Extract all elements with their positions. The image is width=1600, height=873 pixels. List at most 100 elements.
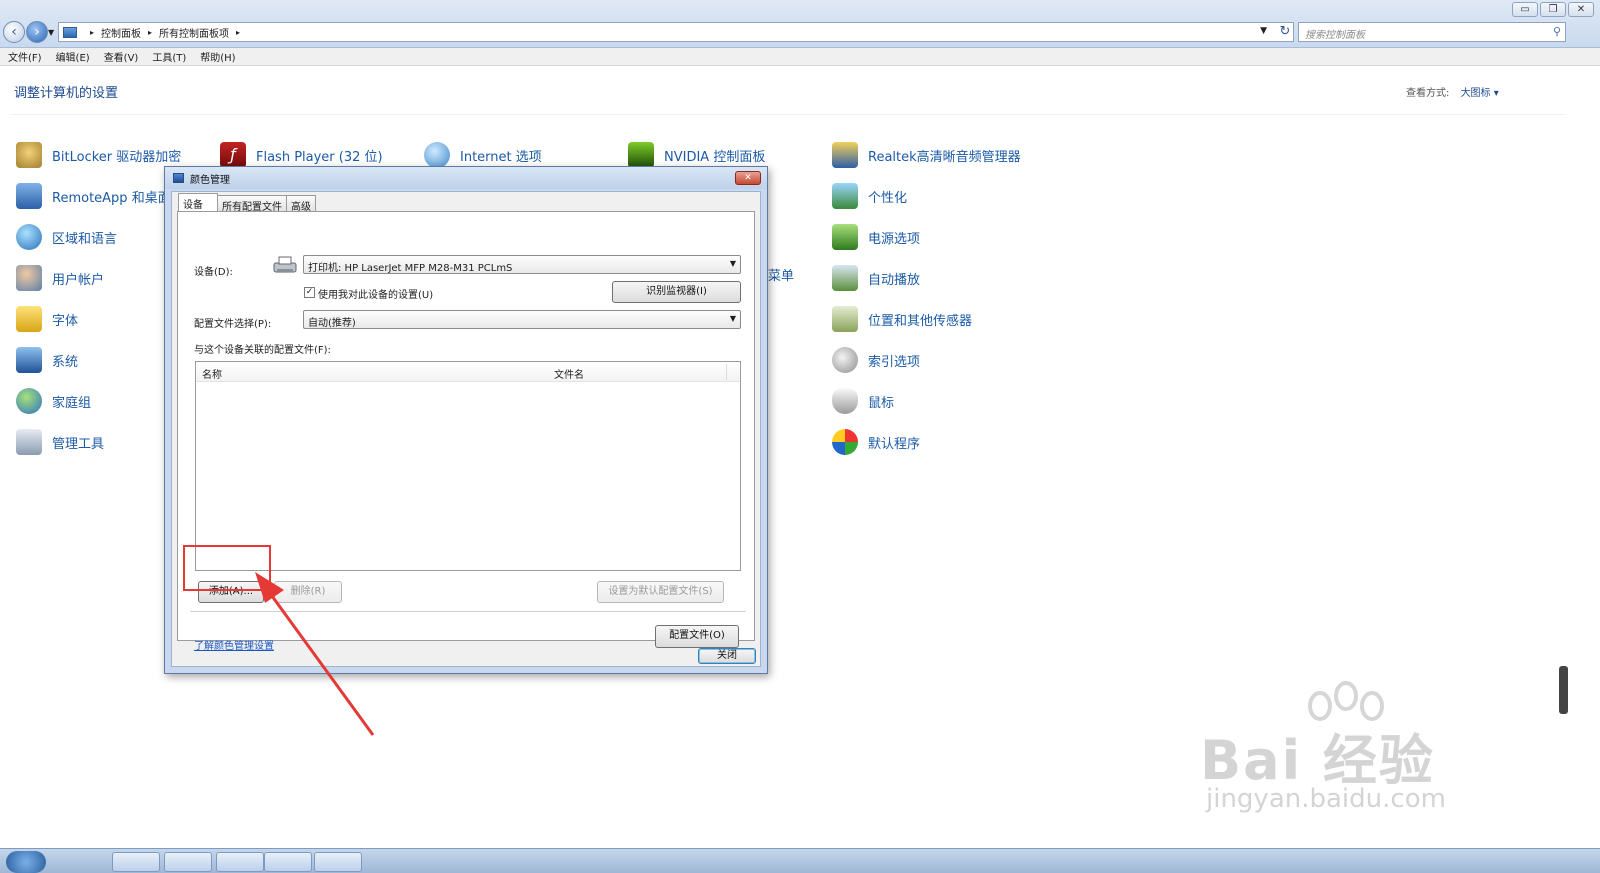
view-by-dropdown[interactable]: 大图标 ▾ <box>1461 88 1499 99</box>
tab-all-profiles[interactable]: 所有配置文件 <box>217 195 287 213</box>
use-settings-label: 使用我对此设备的设置(U) <box>318 290 434 301</box>
item-region-language[interactable]: 区域和语言 <box>16 224 117 250</box>
menu-file[interactable]: 文件(F) <box>8 49 42 64</box>
item-label: RemoteApp 和桌面 <box>52 190 171 206</box>
search-icon[interactable]: ⚲ <box>1553 25 1561 38</box>
item-personalization[interactable]: 个性化 <box>832 183 907 209</box>
search-input[interactable]: 搜索控制面板 ⚲ <box>1298 22 1566 42</box>
item-label: 自动播放 <box>868 272 921 288</box>
tab-devices[interactable]: 设备 <box>178 193 218 211</box>
item-power-options[interactable]: 电源选项 <box>832 224 920 250</box>
page-title: 调整计算机的设置 <box>14 86 119 101</box>
item-autoplay[interactable]: 自动播放 <box>832 265 920 291</box>
item-label: NVIDIA 控制面板 <box>664 149 766 165</box>
item-label: 个性化 <box>868 190 908 206</box>
item-label: 管理工具 <box>52 436 105 452</box>
item-user-accounts[interactable]: 用户帐户 <box>16 265 104 291</box>
item-label: 用户帐户 <box>52 272 105 288</box>
realtek-audio-icon <box>832 142 858 168</box>
taskbar-item-browser[interactable] <box>112 852 160 872</box>
taskbar-item-window[interactable] <box>264 852 312 872</box>
sensors-icon <box>832 306 858 332</box>
tab-advanced[interactable]: 高级 <box>286 195 316 213</box>
item-label: 位置和其他传感器 <box>868 313 973 329</box>
chevron-right-icon[interactable]: ▸ <box>90 28 94 37</box>
close-window-button[interactable]: ✕ <box>1568 2 1594 17</box>
item-mouse[interactable]: 鼠标 <box>832 388 894 414</box>
internet-globe-icon <box>424 142 450 168</box>
use-settings-checkbox[interactable]: ✓ <box>304 287 315 298</box>
identify-monitors-button[interactable]: 识别监视器(I) <box>612 281 741 303</box>
item-indexing[interactable]: 索引选项 <box>832 347 920 373</box>
dialog-close-icon[interactable]: ✕ <box>735 171 761 185</box>
item-label: 默认程序 <box>868 436 921 452</box>
item-system[interactable]: 系统 <box>16 347 78 373</box>
device-select-value: 打印机: HP LaserJet MFP M28-M31 PCLmS <box>308 263 513 274</box>
restore-button[interactable]: ❐ <box>1540 2 1566 17</box>
item-fonts[interactable]: 字体 <box>16 306 78 332</box>
profiles-button[interactable]: 配置文件(O) <box>655 625 739 648</box>
divider <box>10 114 1566 115</box>
learn-color-management-link[interactable]: 了解颜色管理设置 <box>194 637 274 652</box>
item-remoteapp[interactable]: RemoteApp 和桌面 <box>16 183 171 209</box>
profiles-list[interactable]: 名称 文件名 <box>195 361 741 571</box>
item-default-programs[interactable]: 默认程序 <box>832 429 920 455</box>
chevron-right-icon[interactable]: ▸ <box>148 28 152 37</box>
default-programs-icon <box>832 429 858 455</box>
users-icon <box>16 265 42 291</box>
menu-view[interactable]: 查看(V) <box>104 49 139 64</box>
chevron-down-icon: ▼ <box>729 259 736 268</box>
device-select[interactable]: 打印机: HP LaserJet MFP M28-M31 PCLmS ▼ <box>303 255 741 274</box>
profile-selection-select[interactable]: 自动(推荐) ▼ <box>303 310 741 329</box>
refresh-icon[interactable]: ↻ <box>1276 23 1294 41</box>
bitlocker-key-icon <box>16 142 42 168</box>
chevron-right-icon[interactable]: ▸ <box>236 28 240 37</box>
profile-selection-label: 配置文件选择(P): <box>194 319 272 330</box>
menu-tools[interactable]: 工具(T) <box>152 49 186 64</box>
item-realtek[interactable]: Realtek高清晰音频管理器 <box>832 142 1021 168</box>
watermark-url: jingyan.baidu.com <box>1206 784 1446 814</box>
baidu-watermark: Bai 经验 jingyan.baidu.com <box>1200 680 1500 830</box>
remove-button[interactable]: 删除(R) <box>274 581 342 603</box>
menu-edit[interactable]: 编辑(E) <box>56 49 90 64</box>
taskbar-item-folder[interactable] <box>216 852 264 872</box>
address-bar[interactable]: ▸ 控制面板 ▸ 所有控制面板项 ▸ ▼ <box>58 22 1294 42</box>
item-homegroup[interactable]: 家庭组 <box>16 388 91 414</box>
taskbar-item-app[interactable] <box>164 852 212 872</box>
column-filename[interactable]: 文件名 <box>554 366 584 381</box>
menu-help[interactable]: 帮助(H) <box>200 49 235 64</box>
menu-bar: 文件(F) 编辑(E) 查看(V) 工具(T) 帮助(H) <box>0 48 1600 66</box>
item-flash-player[interactable]: ƒ Flash Player (32 位) <box>220 142 383 168</box>
breadcrumb-all-items[interactable]: 所有控制面板项 <box>159 25 229 40</box>
associated-profiles-label: 与这个设备关联的配置文件(F): <box>194 345 331 356</box>
item-nvidia[interactable]: NVIDIA 控制面板 <box>628 142 765 168</box>
item-internet-options[interactable]: Internet 选项 <box>424 142 542 168</box>
item-partial-hidden[interactable]: 菜单 <box>768 265 794 284</box>
nvidia-icon <box>628 142 654 168</box>
back-button[interactable]: ‹ <box>3 21 25 43</box>
separator <box>190 611 746 612</box>
homegroup-icon <box>16 388 42 414</box>
start-button[interactable] <box>6 851 46 873</box>
set-default-profile-button[interactable]: 设置为默认配置文件(S) <box>597 581 724 603</box>
address-dropdown-icon[interactable]: ▼ <box>1260 26 1267 36</box>
side-gadget-handle[interactable] <box>1559 666 1568 714</box>
dialog-close-button[interactable]: 关闭 <box>698 648 756 664</box>
search-placeholder: 搜索控制面板 <box>1305 30 1365 41</box>
power-icon <box>832 224 858 250</box>
history-dropdown-icon[interactable]: ▼ <box>48 28 54 37</box>
column-name[interactable]: 名称 <box>202 366 222 381</box>
item-location-sensors[interactable]: 位置和其他传感器 <box>832 306 972 332</box>
color-management-icon <box>173 173 184 183</box>
item-admin-tools[interactable]: 管理工具 <box>16 429 104 455</box>
item-label: Internet 选项 <box>460 149 542 165</box>
taskbar-item-control-panel[interactable] <box>314 852 362 872</box>
breadcrumb-control-panel[interactable]: 控制面板 <box>101 25 141 40</box>
item-bitlocker[interactable]: BitLocker 驱动器加密 <box>16 142 181 168</box>
list-header: 名称 文件名 <box>196 362 740 382</box>
forward-button[interactable]: › <box>26 21 48 43</box>
window-controls: ▭ ❐ ✕ <box>1512 2 1594 17</box>
column-divider <box>726 364 727 380</box>
item-label: 家庭组 <box>52 395 92 411</box>
minimize-button[interactable]: ▭ <box>1512 2 1538 17</box>
